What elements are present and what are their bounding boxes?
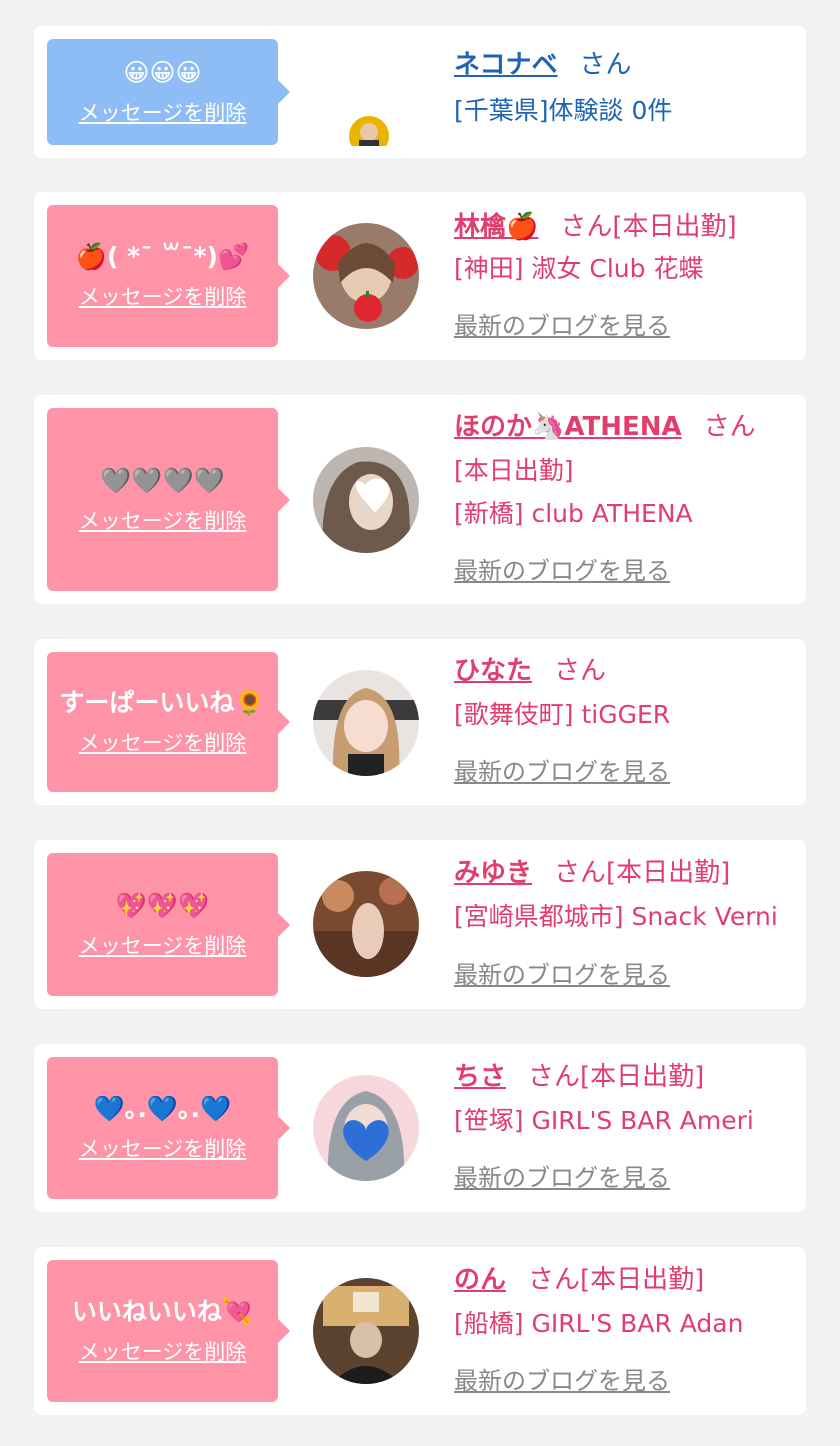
message-card: いいねいいね💘 メッセージを削除 のん さん[本日出勤] [船橋] GIRL'S … [34,1247,806,1415]
message-card: 😀😀😀 メッセージを削除 ネコナベ さん [千葉県]体験談 0件 [34,26,806,158]
latest-blog-link[interactable]: 最新のブログを見る [454,555,670,587]
message-card: 💖💖💖 メッセージを削除 みゆき さん[本日出勤] [宮崎県都城市] Snack … [34,840,806,1009]
avatar[interactable] [313,1278,419,1384]
avatar[interactable] [313,670,419,776]
avatar[interactable] [313,223,419,329]
card-info: ひなた さん [歌舞伎町] tiGGER [454,654,806,732]
avatar[interactable] [313,1075,419,1181]
message-bubble: すーぱーいいね🌻 メッセージを削除 [47,652,290,792]
message-text: 🍎( *ˉ ꒳ˉ*)💕 [75,242,250,271]
delete-message-link[interactable]: メッセージを削除 [79,1135,247,1163]
card-info: ほのか🦄ATHENA さん [本日出勤] [新橋] club ATHENA [454,410,806,531]
message-card: 🩶🩶🩶🩶 メッセージを削除 ほのか🦄ATHENA さん [本日出勤] [新橋] c… [34,395,806,604]
honorific: さん [579,50,632,80]
message-bubble: 😀😀😀 メッセージを削除 [47,39,290,145]
status-badge: [本日出勤] [580,1265,705,1295]
user-name-link[interactable]: のん [454,1265,506,1295]
delete-message-link[interactable]: メッセージを削除 [79,932,247,960]
delete-message-link[interactable]: メッセージを削除 [79,99,247,127]
message-card: すーぱーいいね🌻 メッセージを削除 ひなた さん [歌舞伎町] tiGGER 最新… [34,639,806,805]
avatar[interactable] [313,871,419,977]
user-name-link[interactable]: ひなた [454,656,532,686]
shop-info: [船橋] GIRL'S BAR Adan [454,1309,744,1338]
honorific: さん [703,412,756,442]
honorific: さん [528,1062,581,1092]
shop-info: [笹塚] GIRL'S BAR Ameri [454,1106,754,1135]
latest-blog-link[interactable]: 最新のブログを見る [454,756,670,788]
status-badge: [本日出勤] [580,1062,705,1092]
message-bubble: 🩶🩶🩶🩶 メッセージを削除 [47,408,290,591]
card-info: 林檎🍎 さん[本日出勤] [神田] 淑女 Club 花蝶 [454,210,806,286]
honorific: さん [554,656,607,686]
card-info: ネコナベ さん [千葉県]体験談 0件 [454,48,806,128]
status-badge: [本日出勤] [454,456,574,485]
user-name-link[interactable]: ちさ [454,1062,506,1092]
user-name-link[interactable]: 林檎🍎 [454,212,538,242]
honorific: さん [560,212,613,242]
avatar[interactable] [347,114,391,146]
message-card: 💙｡.💙｡.💙 メッセージを削除 ちさ さん[本日出勤] [笹塚] GIRL'S … [34,1044,806,1212]
honorific: さん [528,1265,581,1295]
card-info: ちさ さん[本日出勤] [笹塚] GIRL'S BAR Ameri [454,1060,806,1138]
card-info: のん さん[本日出勤] [船橋] GIRL'S BAR Adan [454,1263,806,1341]
delete-message-link[interactable]: メッセージを削除 [79,729,247,757]
honorific: さん [554,858,607,888]
avatar[interactable] [313,447,419,553]
latest-blog-link[interactable]: 最新のブログを見る [454,959,670,991]
message-bubble: いいねいいね💘 メッセージを削除 [47,1260,290,1402]
message-text: 💙｡.💙｡.💙 [93,1094,232,1123]
shop-info: [新橋] club ATHENA [454,499,693,528]
message-text: いいねいいね💘 [71,1297,254,1326]
message-text: 💖💖💖 [115,890,210,920]
latest-blog-link[interactable]: 最新のブログを見る [454,310,670,342]
message-bubble: 💖💖💖 メッセージを削除 [47,853,290,996]
user-name-link[interactable]: みゆき [454,858,532,888]
user-name-link[interactable]: ほのか🦄ATHENA [454,412,682,442]
message-text: すーぱーいいね🌻 [59,688,266,717]
delete-message-link[interactable]: メッセージを削除 [79,283,247,311]
shop-info: [宮崎県都城市] Snack Verni [454,902,778,931]
message-bubble: 🍎( *ˉ ꒳ˉ*)💕 メッセージを削除 [47,205,290,347]
status-badge: [本日出勤] [606,858,731,888]
review-count: [千葉県]体験談 0件 [454,96,673,125]
latest-blog-link[interactable]: 最新のブログを見る [454,1365,670,1397]
message-text: 😀😀😀 [123,58,202,87]
message-text: 🩶🩶🩶🩶 [100,465,225,495]
message-bubble: 💙｡.💙｡.💙 メッセージを削除 [47,1057,290,1199]
user-name-link[interactable]: ネコナベ [454,50,557,80]
status-badge: [本日出勤] [612,212,737,242]
shop-info: [歌舞伎町] tiGGER [454,700,671,729]
delete-message-link[interactable]: メッセージを削除 [79,1338,247,1366]
message-card: 🍎( *ˉ ꒳ˉ*)💕 メッセージを削除 林檎🍎 さん[本日出勤] [神田] 淑女… [34,192,806,360]
card-info: みゆき さん[本日出勤] [宮崎県都城市] Snack Verni [454,856,806,934]
latest-blog-link[interactable]: 最新のブログを見る [454,1162,670,1194]
delete-message-link[interactable]: メッセージを削除 [79,507,247,535]
shop-info: [神田] 淑女 Club 花蝶 [454,254,704,283]
